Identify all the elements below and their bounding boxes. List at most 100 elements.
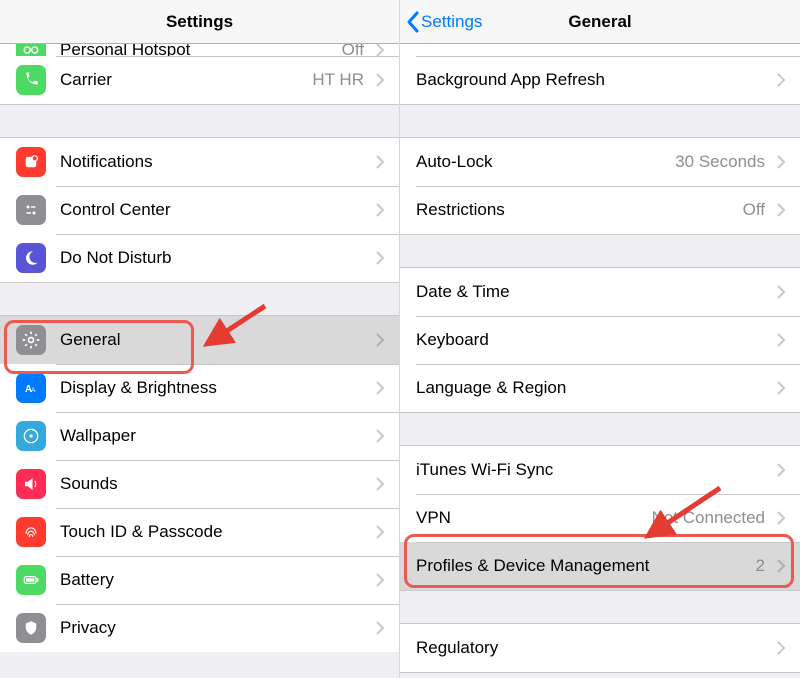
label-wallpaper: Wallpaper xyxy=(60,426,136,446)
label-regulatory: Regulatory xyxy=(416,638,498,658)
chevron-right-icon xyxy=(777,155,786,169)
settings-title: Settings xyxy=(166,12,233,32)
general-group-lock: Auto-Lock 30 Seconds Restrictions Off xyxy=(400,137,800,235)
row-control-center[interactable]: Control Center xyxy=(0,186,399,234)
settings-group-general: General AA Display & Brightness Wallpape… xyxy=(0,315,399,652)
row-touchid[interactable]: Touch ID & Passcode xyxy=(0,508,399,556)
gear-icon xyxy=(16,325,46,355)
value-profiles: 2 xyxy=(756,556,771,576)
label-bg-refresh: Background App Refresh xyxy=(416,70,605,90)
label-display: Display & Brightness xyxy=(60,378,217,398)
general-pane: Settings General Background App Refresh … xyxy=(400,0,800,678)
moon-icon xyxy=(16,243,46,273)
chevron-right-icon xyxy=(376,203,385,217)
hotspot-icon xyxy=(16,44,46,56)
general-header: Settings General xyxy=(400,0,800,44)
chevron-right-icon xyxy=(777,203,786,217)
privacy-icon xyxy=(16,613,46,643)
general-group-sync: iTunes Wi-Fi Sync VPN Not Connected Prof… xyxy=(400,445,800,591)
display-icon: AA xyxy=(16,373,46,403)
chevron-right-icon xyxy=(376,251,385,265)
row-profiles[interactable]: Profiles & Device Management 2 xyxy=(400,542,800,590)
chevron-right-icon xyxy=(777,381,786,395)
chevron-right-icon xyxy=(777,73,786,87)
row-regulatory[interactable]: Regulatory xyxy=(400,624,800,672)
chevron-right-icon xyxy=(777,285,786,299)
label-profiles: Profiles & Device Management xyxy=(416,556,649,576)
value-hotspot: Off xyxy=(342,44,370,56)
chevron-right-icon xyxy=(376,429,385,443)
row-hidden-top xyxy=(400,44,800,56)
chevron-right-icon xyxy=(777,641,786,655)
chevron-right-icon xyxy=(376,155,385,169)
label-privacy: Privacy xyxy=(60,618,116,638)
row-notifications[interactable]: Notifications xyxy=(0,138,399,186)
phone-icon xyxy=(16,65,46,95)
general-title: General xyxy=(568,12,631,32)
general-group-locale: Date & Time Keyboard Language & Region xyxy=(400,267,800,413)
chevron-right-icon xyxy=(376,381,385,395)
row-carrier[interactable]: Carrier HT HR xyxy=(0,56,399,104)
control-center-icon xyxy=(16,195,46,225)
chevron-right-icon xyxy=(777,511,786,525)
chevron-right-icon xyxy=(777,559,786,573)
row-itunes-wifi[interactable]: iTunes Wi-Fi Sync xyxy=(400,446,800,494)
chevron-right-icon xyxy=(376,333,385,347)
chevron-right-icon xyxy=(376,573,385,587)
label-hotspot: Personal Hotspot xyxy=(60,44,190,56)
settings-pane: Settings Personal Hotspot Off Carrier HT… xyxy=(0,0,400,678)
chevron-right-icon xyxy=(376,477,385,491)
label-auto-lock: Auto-Lock xyxy=(416,152,493,172)
row-vpn[interactable]: VPN Not Connected xyxy=(400,494,800,542)
settings-group-notify: Notifications Control Center Do Not Dist… xyxy=(0,137,399,283)
value-carrier: HT HR xyxy=(312,70,370,90)
general-group-regulatory: Regulatory xyxy=(400,623,800,673)
label-battery: Battery xyxy=(60,570,114,590)
row-bg-app-refresh[interactable]: Background App Refresh xyxy=(400,56,800,104)
label-restrictions: Restrictions xyxy=(416,200,505,220)
row-sounds[interactable]: Sounds xyxy=(0,460,399,508)
value-vpn: Not Connected xyxy=(652,508,771,528)
label-general: General xyxy=(60,330,120,350)
sounds-icon xyxy=(16,469,46,499)
chevron-right-icon xyxy=(376,44,385,56)
label-touchid: Touch ID & Passcode xyxy=(60,522,223,542)
general-group-bgrefresh: Background App Refresh xyxy=(400,43,800,105)
chevron-right-icon xyxy=(376,525,385,539)
battery-icon xyxy=(16,565,46,595)
row-wallpaper[interactable]: Wallpaper xyxy=(0,412,399,460)
value-restrictions: Off xyxy=(743,200,771,220)
label-keyboard: Keyboard xyxy=(416,330,489,350)
label-notifications: Notifications xyxy=(60,152,153,172)
notifications-icon xyxy=(16,147,46,177)
label-language: Language & Region xyxy=(416,378,566,398)
row-dnd[interactable]: Do Not Disturb xyxy=(0,234,399,282)
back-label: Settings xyxy=(421,12,482,32)
label-carrier: Carrier xyxy=(60,70,112,90)
settings-group-connectivity: Personal Hotspot Off Carrier HT HR xyxy=(0,44,399,105)
row-display-brightness[interactable]: AA Display & Brightness xyxy=(0,364,399,412)
row-general[interactable]: General xyxy=(0,316,399,364)
row-personal-hotspot[interactable]: Personal Hotspot Off xyxy=(0,44,399,56)
label-date-time: Date & Time xyxy=(416,282,510,302)
svg-text:A: A xyxy=(31,387,36,394)
label-itunes-wifi: iTunes Wi-Fi Sync xyxy=(416,460,553,480)
back-button[interactable]: Settings xyxy=(406,0,482,44)
row-date-time[interactable]: Date & Time xyxy=(400,268,800,316)
chevron-right-icon xyxy=(777,463,786,477)
row-keyboard[interactable]: Keyboard xyxy=(400,316,800,364)
row-battery[interactable]: Battery xyxy=(0,556,399,604)
row-restrictions[interactable]: Restrictions Off xyxy=(400,186,800,234)
label-sounds: Sounds xyxy=(60,474,118,494)
chevron-right-icon xyxy=(376,73,385,87)
wallpaper-icon xyxy=(16,421,46,451)
value-auto-lock: 30 Seconds xyxy=(675,152,771,172)
chevron-right-icon xyxy=(777,333,786,347)
chevron-right-icon xyxy=(376,621,385,635)
label-vpn: VPN xyxy=(416,508,451,528)
row-privacy[interactable]: Privacy xyxy=(0,604,399,652)
row-auto-lock[interactable]: Auto-Lock 30 Seconds xyxy=(400,138,800,186)
fingerprint-icon xyxy=(16,517,46,547)
label-dnd: Do Not Disturb xyxy=(60,248,171,268)
row-language-region[interactable]: Language & Region xyxy=(400,364,800,412)
